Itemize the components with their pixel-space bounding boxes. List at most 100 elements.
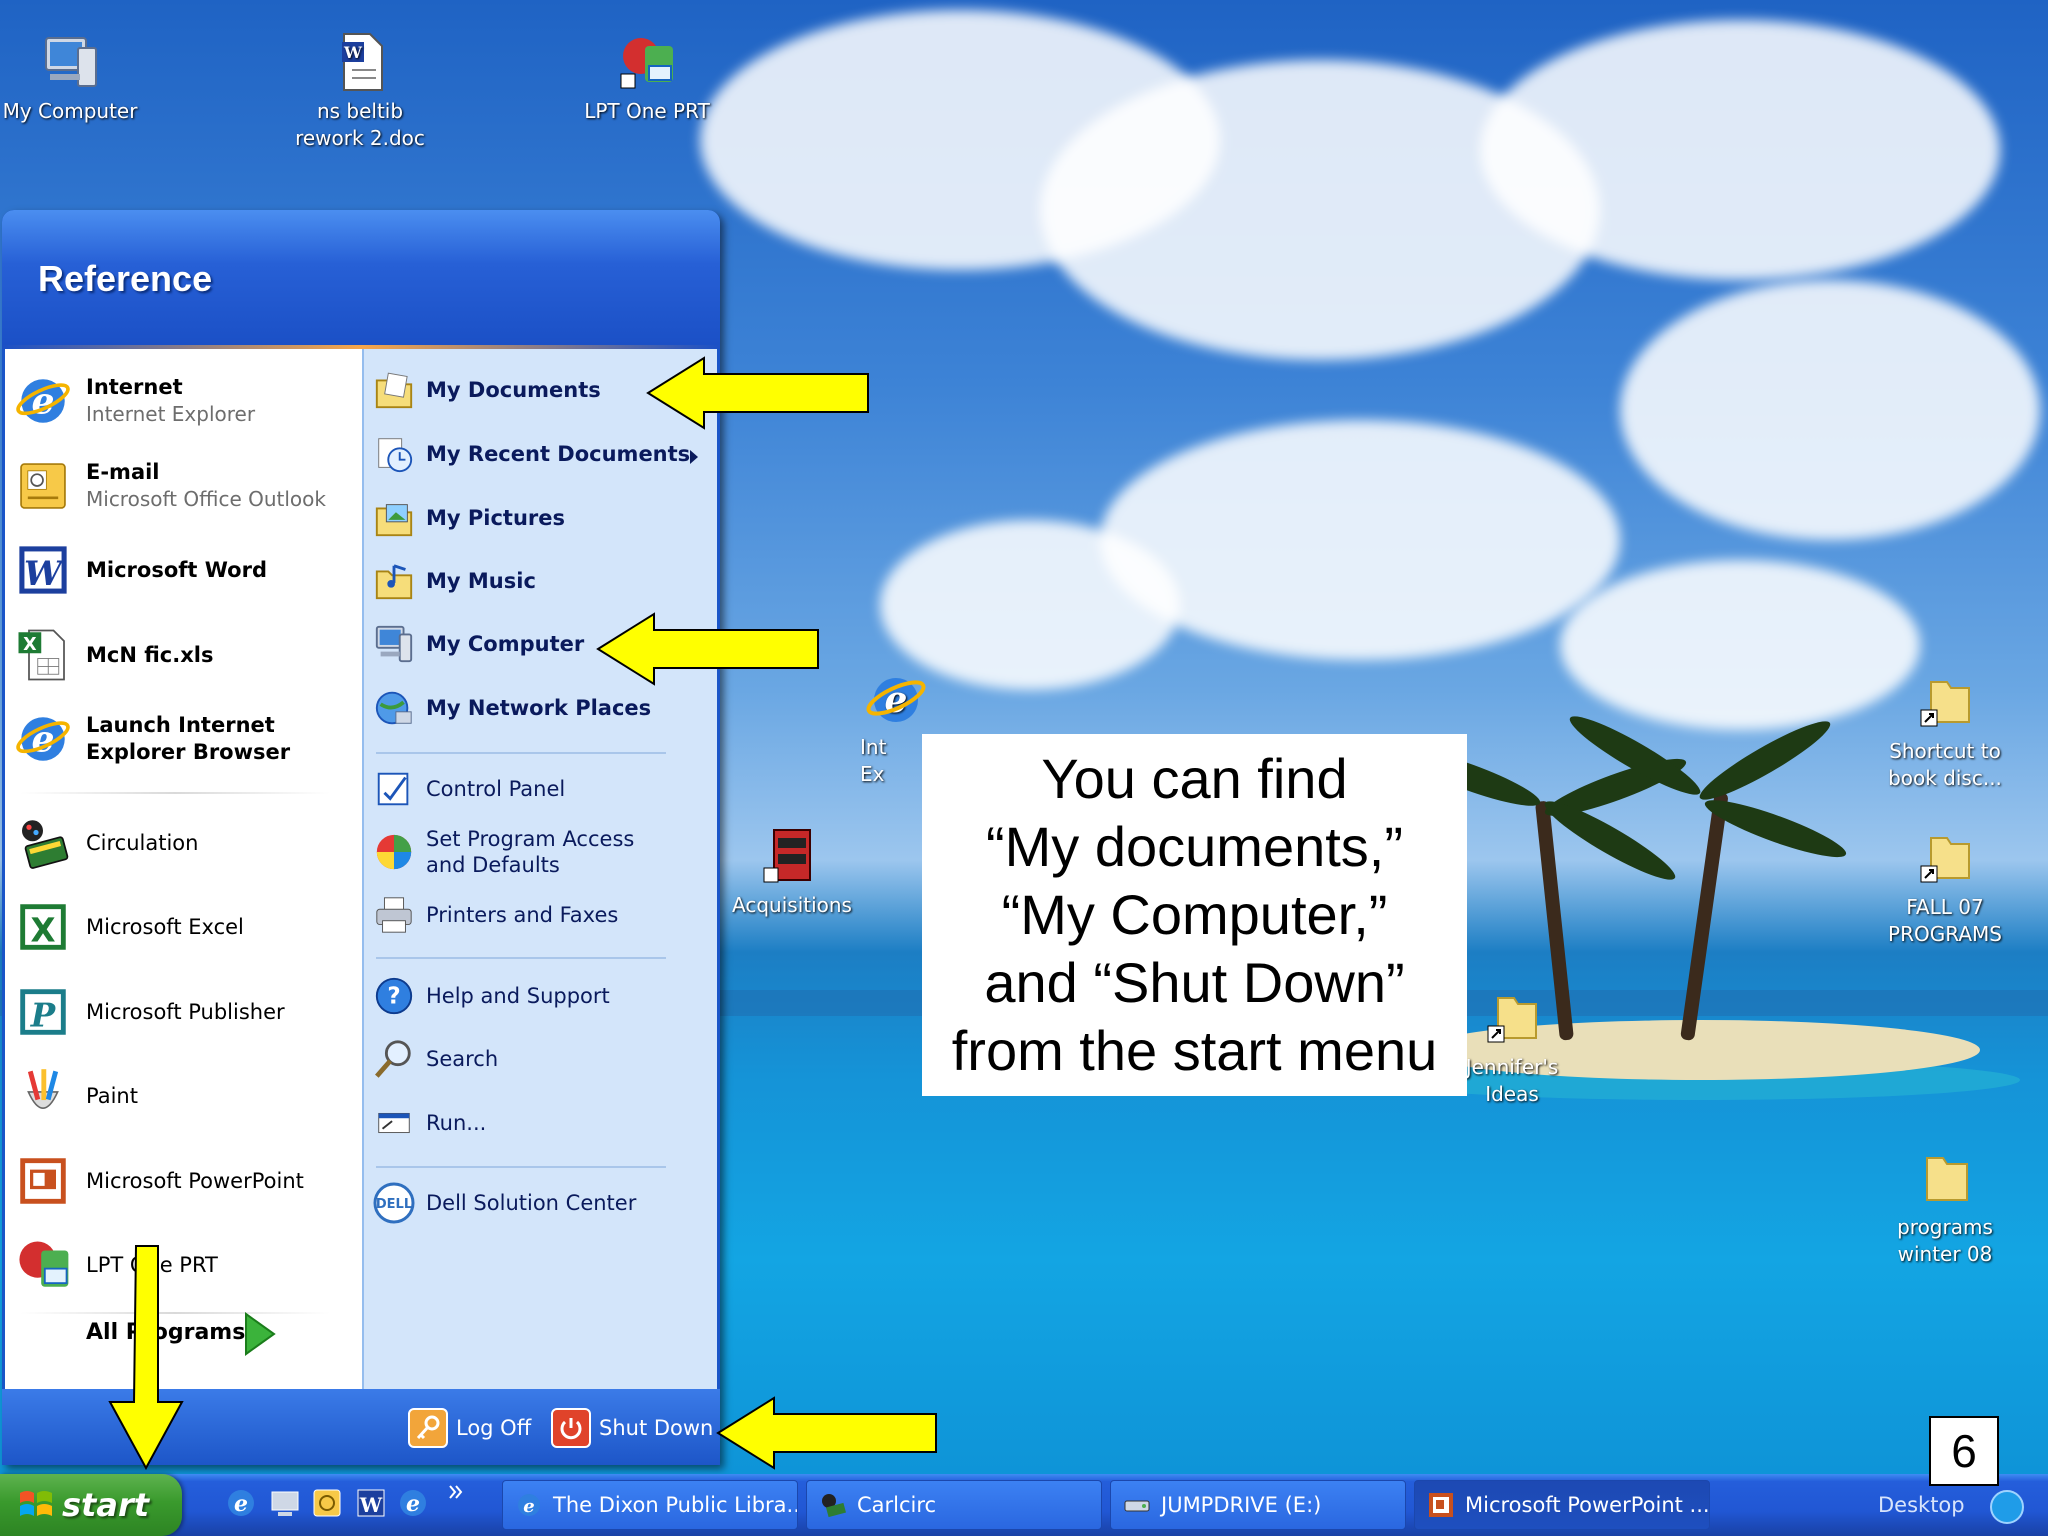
setting-control-panel[interactable]: Control Panel	[372, 767, 702, 811]
task-label: The Dixon Public Libra...	[553, 1493, 798, 1517]
quicklaunch-outlook-icon[interactable]	[310, 1486, 344, 1520]
quicklaunch-internet-explorer-icon[interactable]: e	[224, 1486, 258, 1520]
desktop-icon-label: My Computer	[2, 99, 138, 123]
desktop-icon-internet-explorer[interactable]: e Int Ex	[860, 668, 926, 788]
word-icon: W	[14, 541, 72, 599]
place-label: My Network Places	[426, 696, 652, 720]
pinned-internet[interactable]: e Internet Internet Explorer	[14, 372, 354, 430]
carlcirc-icon	[822, 1494, 846, 1518]
taskbar-button-powerpoint[interactable]: Microsoft PowerPoint ...	[1414, 1480, 1710, 1530]
program-microsoft-powerpoint[interactable]: Microsoft PowerPoint	[14, 1152, 354, 1210]
internet-explorer-icon: e	[866, 678, 926, 722]
places-separator	[376, 752, 666, 754]
my-documents-icon	[372, 368, 416, 412]
quicklaunch-show-desktop-icon[interactable]	[268, 1486, 302, 1520]
submenu-arrow-icon	[690, 450, 698, 464]
desktop-toolbar-label[interactable]: Desktop	[1878, 1493, 1965, 1517]
pinned-subtitle: Microsoft Office Outlook	[86, 487, 326, 511]
svg-text:W: W	[343, 43, 363, 62]
desktop-icon-programs-winter-08[interactable]: programs winter 08	[1870, 1148, 2020, 1268]
program-circulation[interactable]: Circulation	[14, 814, 354, 872]
network-places-icon	[372, 686, 416, 730]
tool-label: Run...	[426, 1111, 487, 1135]
annotation-line: “My Computer,”	[1001, 883, 1388, 946]
programs-separator	[20, 792, 330, 794]
program-microsoft-excel[interactable]: X Microsoft Excel	[14, 898, 354, 956]
desktop-icon-fall-07-programs[interactable]: FALL 07 PROGRAMS	[1870, 828, 2020, 948]
place-my-music[interactable]: My Music	[372, 559, 702, 603]
quicklaunch-chevron-icon[interactable]	[446, 1482, 466, 1502]
program-paint[interactable]: Paint	[14, 1067, 354, 1125]
desktop-icon-acquisitions[interactable]: Acquisitions	[717, 826, 867, 919]
setting-printers-faxes[interactable]: Printers and Faxes	[372, 893, 702, 937]
folder-shortcut-icon	[1920, 837, 1970, 883]
my-music-icon	[372, 559, 416, 603]
arrow-to-start-button	[108, 1245, 184, 1470]
quicklaunch-word-icon[interactable]: W	[354, 1486, 388, 1520]
outlook-icon	[14, 457, 72, 515]
my-pictures-icon	[372, 496, 416, 540]
my-computer-icon	[45, 37, 97, 87]
oem-dell-solution-center[interactable]: DELL Dell Solution Center	[372, 1181, 702, 1225]
shut-down-button[interactable]: Shut Down	[551, 1408, 713, 1448]
lpt-one-prt-icon	[14, 1236, 72, 1294]
tray-expand-chevron-icon[interactable]	[1990, 1490, 2024, 1524]
log-off-button[interactable]: Log Off	[408, 1408, 531, 1448]
printer-icon	[372, 893, 416, 937]
acquisitions-icon	[763, 829, 811, 883]
program-mcn-fic[interactable]: X McN fic.xls	[14, 626, 354, 684]
program-access-icon	[372, 830, 416, 874]
desktop-icon-label: Jennifer's Ideas	[1465, 1055, 1559, 1106]
desktop-icon-shortcut-book-disc[interactable]: Shortcut to book disc...	[1870, 672, 2020, 792]
pinned-email[interactable]: E-mail Microsoft Office Outlook	[14, 457, 354, 515]
settings-separator	[376, 957, 666, 959]
svg-text:W: W	[24, 553, 65, 593]
power-icon	[551, 1408, 591, 1448]
quicklaunch-internet-explorer-icon[interactable]: e	[396, 1486, 430, 1520]
pinned-title: Internet	[86, 375, 183, 399]
desktop-icon-lpt-one[interactable]: LPT One PRT	[572, 32, 722, 125]
start-button[interactable]: start	[0, 1474, 182, 1536]
desktop-icon-my-computer[interactable]: My Computer	[0, 32, 145, 125]
tool-search[interactable]: Search	[372, 1037, 702, 1081]
taskbar-button-dixon-library[interactable]: e The Dixon Public Libra...	[502, 1480, 798, 1530]
place-label: My Music	[426, 569, 536, 593]
search-icon	[372, 1037, 416, 1081]
program-microsoft-publisher[interactable]: P Microsoft Publisher	[14, 983, 354, 1041]
annotation-callout: You can find “My documents,” “My Compute…	[922, 734, 1467, 1096]
internet-explorer-icon: e	[14, 710, 72, 768]
program-microsoft-word[interactable]: W Microsoft Word	[14, 541, 354, 599]
tools-separator	[376, 1166, 666, 1168]
tool-help-support[interactable]: ? Help and Support	[372, 974, 702, 1018]
start-menu-header: Reference	[2, 210, 720, 345]
pinned-title: E-mail	[86, 460, 160, 484]
control-panel-icon	[372, 767, 416, 811]
taskbar-button-carlcirc[interactable]: Carlcirc	[806, 1480, 1102, 1530]
setting-program-access[interactable]: Set Program Access and Defaults	[372, 826, 702, 878]
arrow-to-my-documents	[646, 356, 869, 430]
svg-text:X: X	[30, 912, 55, 950]
svg-text:e: e	[406, 1491, 420, 1517]
place-my-recent-documents[interactable]: My Recent Documents	[372, 432, 702, 476]
taskbar-button-jumpdrive[interactable]: JUMPDRIVE (E:)	[1110, 1480, 1406, 1530]
svg-text:e: e	[523, 1496, 534, 1517]
svg-text:X: X	[23, 635, 37, 655]
desktop-icon-label: Int Ex	[860, 735, 887, 786]
program-lpt-one-prt[interactable]: LPT One PRT	[14, 1236, 354, 1294]
tool-run[interactable]: Run...	[372, 1101, 702, 1145]
svg-text:P: P	[30, 996, 57, 1035]
setting-label: Printers and Faxes	[426, 903, 619, 927]
annotation-line: You can find	[1041, 747, 1348, 810]
arrow-to-my-computer	[596, 612, 819, 686]
task-label: JUMPDRIVE (E:)	[1161, 1493, 1322, 1517]
folder-shortcut-icon	[1487, 997, 1537, 1043]
program-label: Microsoft PowerPoint	[86, 1168, 304, 1193]
user-name: Reference	[38, 258, 213, 299]
place-my-pictures[interactable]: My Pictures	[372, 496, 702, 540]
program-launch-ie[interactable]: e Launch Internet Explorer Browser	[14, 710, 354, 768]
tool-label: Search	[426, 1047, 499, 1071]
place-my-network-places[interactable]: My Network Places	[372, 686, 702, 730]
desktop-icon-word-doc[interactable]: W ns beltib rework 2.doc	[285, 32, 435, 152]
program-label: McN fic.xls	[86, 642, 214, 667]
pinned-subtitle: Internet Explorer	[86, 402, 256, 426]
